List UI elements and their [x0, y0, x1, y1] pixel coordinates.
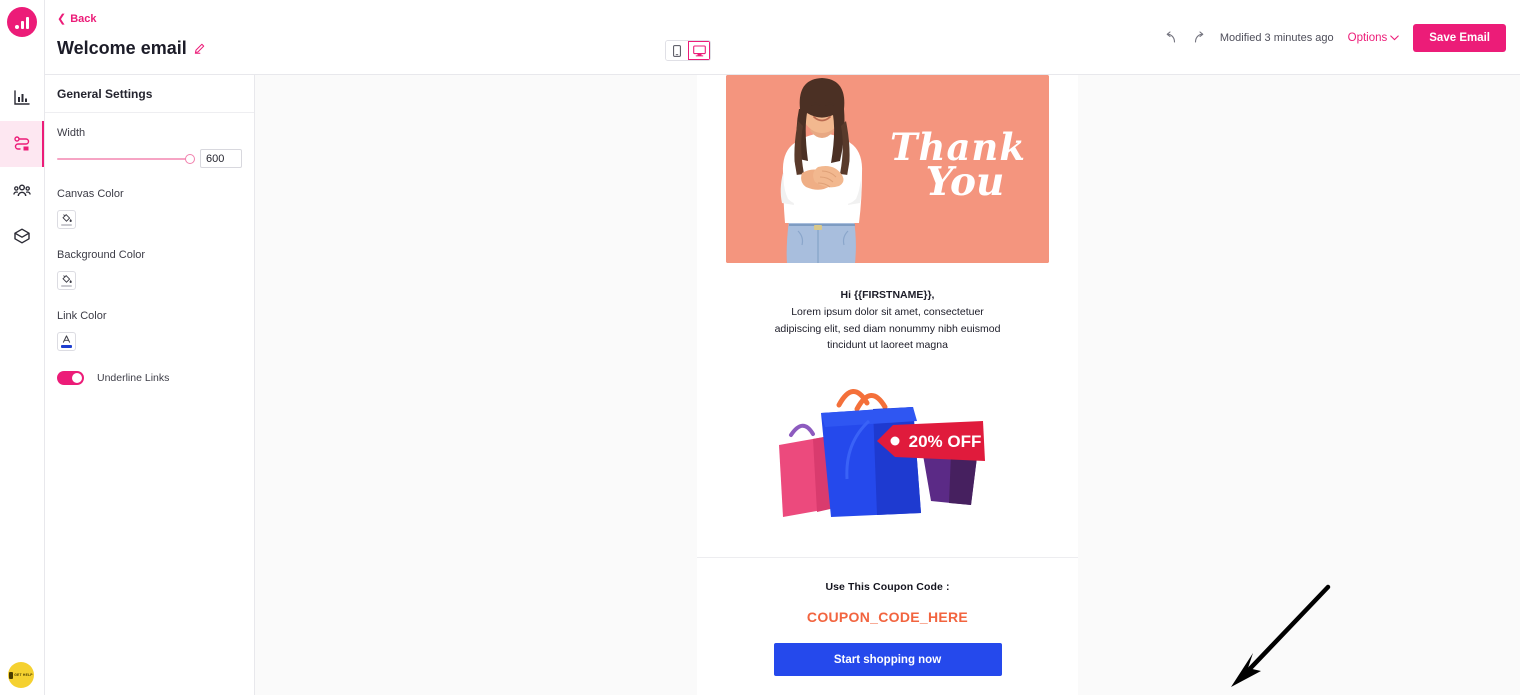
analytics-bar-chart-icon: [14, 90, 30, 105]
sidebar-item-analytics[interactable]: [0, 75, 44, 121]
logo-bar-2: [21, 21, 24, 29]
width-control-row: [57, 149, 242, 168]
text-color-a-icon: [62, 335, 71, 344]
help-widget-label: GET HELP: [14, 673, 33, 677]
preview-mobile-button[interactable]: [666, 41, 688, 60]
canvas-color-picker[interactable]: [57, 210, 76, 229]
desktop-device-icon: [692, 44, 706, 56]
underline-links-toggle[interactable]: [57, 371, 84, 385]
settings-panel-body: Width Canvas Color: [45, 113, 254, 385]
journey-flow-icon: [14, 136, 30, 151]
promo-badge-text: 20% OFF: [908, 432, 981, 451]
back-link[interactable]: ❮ Back: [57, 12, 97, 26]
email-body-text[interactable]: Hi {{FIRSTNAME}}, Lorem ipsum dolor sit …: [758, 287, 1018, 353]
device-preview-toggle: [665, 40, 711, 61]
back-label: Back: [70, 12, 97, 25]
email-greeting: Hi {{FIRSTNAME}},: [840, 289, 935, 301]
brand-logo[interactable]: [7, 7, 37, 37]
save-email-button[interactable]: Save Email: [1413, 23, 1506, 52]
undo-button[interactable]: [1164, 30, 1178, 45]
hero-text-group: Thank You: [878, 111, 1038, 221]
link-color-swatch: [61, 345, 72, 348]
preview-desktop-button[interactable]: [688, 41, 710, 60]
options-label: Options: [1347, 31, 1388, 44]
width-input[interactable]: [200, 149, 242, 168]
email-editor-app: GET HELP ❮ Back Welcome email Modified 3…: [0, 0, 1520, 695]
background-color-swatch: [61, 284, 72, 288]
background-color-picker[interactable]: [57, 271, 76, 290]
modified-status: Modified 3 minutes ago: [1219, 31, 1334, 44]
email-preview: Thank You Hi {{FIRSTNAME}}, Lorem ipsum …: [697, 75, 1078, 695]
chevron-left-icon: ❮: [57, 13, 67, 25]
title-group: Welcome email: [57, 38, 205, 59]
promo-shopping-bags-image[interactable]: 20% OFF: [773, 377, 1003, 527]
undo-arrow-icon: [1166, 30, 1175, 43]
header-actions: Modified 3 minutes ago Options Save Emai…: [1164, 0, 1506, 75]
settings-panel: General Settings Width Canvas Color: [45, 75, 255, 695]
link-color-picker[interactable]: [57, 332, 76, 351]
sidebar-item-journeys[interactable]: [0, 121, 44, 167]
sidebar-item-contacts[interactable]: [0, 167, 44, 213]
canvas-color-swatch: [61, 223, 72, 227]
link-color-label: Link Color: [57, 310, 107, 322]
email-paragraph-line-2: adipiscing elit, sed diam nonummy nibh e…: [774, 322, 1001, 335]
nav-items: [0, 75, 44, 259]
logo-bar-3: [26, 17, 29, 29]
contacts-people-icon: [13, 184, 31, 197]
sidebar-item-products[interactable]: [0, 213, 44, 259]
coupon-label: Use This Coupon Code :: [825, 581, 950, 594]
width-slider[interactable]: [57, 153, 195, 164]
canvas-color-label: Canvas Color: [57, 188, 124, 200]
width-label: Width: [57, 127, 86, 139]
redo-button[interactable]: [1192, 30, 1206, 45]
paint-bucket-icon: [62, 274, 72, 283]
help-widget-button[interactable]: GET HELP: [8, 662, 34, 688]
pencil-edit-icon[interactable]: [194, 43, 205, 54]
email-canvas-area: Thank You Hi {{FIRSTNAME}}, Lorem ipsum …: [255, 75, 1520, 695]
editor-body: General Settings Width Canvas Color: [45, 75, 1520, 695]
mobile-device-icon: [673, 44, 681, 57]
underline-links-label: Underline Links: [97, 372, 170, 384]
package-box-icon: [14, 228, 30, 244]
email-paragraph-line-1: Lorem ipsum dolor sit amet, consectetuer: [791, 306, 984, 319]
hero-line-2: You: [925, 159, 1005, 206]
coupon-code[interactable]: COUPON_CODE_HERE: [807, 609, 968, 625]
logo-bar-1: [15, 25, 19, 29]
editor-main: ❮ Back Welcome email Modified 3 minutes …: [45, 0, 1520, 695]
page-title: Welcome email: [57, 38, 187, 58]
start-shopping-cta-button[interactable]: Start shopping now: [773, 643, 1002, 677]
email-section-divider: [697, 557, 1078, 559]
help-widget-icon: [9, 671, 14, 679]
primary-nav-rail: GET HELP: [0, 0, 45, 695]
email-paragraph-line-3: tincidunt ut laoreet magna: [827, 338, 948, 351]
editor-header: ❮ Back Welcome email Modified 3 minutes …: [45, 0, 1520, 75]
paint-bucket-icon: [62, 213, 72, 222]
redo-arrow-icon: [1194, 30, 1204, 43]
chevron-down-icon: [1390, 34, 1400, 40]
width-slider-thumb[interactable]: [185, 153, 195, 164]
underline-links-row: Underline Links: [57, 371, 242, 385]
background-color-label: Background Color: [57, 249, 146, 261]
settings-panel-heading: General Settings: [45, 75, 254, 113]
hero-banner-image[interactable]: Thank You: [726, 75, 1049, 263]
options-menu-button[interactable]: Options: [1348, 32, 1400, 44]
